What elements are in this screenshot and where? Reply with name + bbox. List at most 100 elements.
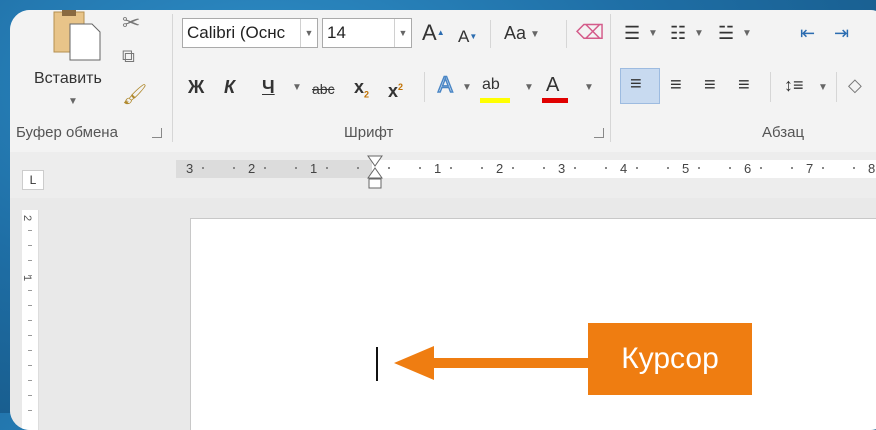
font-tools-divider [424,72,425,102]
ruler-number: 4 [620,161,628,176]
align-center-icon[interactable]: ≡ [670,74,682,96]
ruler-tick [295,167,297,169]
multilevel-list-icon[interactable]: ☱ [718,22,734,44]
bullets-icon[interactable]: ☰ [624,22,640,44]
justify-icon[interactable]: ≡ [738,74,750,96]
superscript-glyph: x [388,81,399,101]
ruler-tick [512,167,514,169]
align-left-button[interactable]: ≡ [620,68,660,104]
font-color-bar [542,98,568,103]
shading-icon[interactable]: ◇ [848,74,862,96]
ruler-tick [543,167,545,169]
vruler-tick [28,290,32,291]
highlight-dropdown-icon[interactable]: ▼ [524,82,534,93]
vruler-tick [28,335,32,336]
ruler-number: 6 [744,161,752,176]
line-spacing-icon[interactable]: ↕≡ [784,74,804,96]
grow-font-glyph: A [422,20,437,45]
clipboard-icon [53,10,101,61]
increase-indent-icon[interactable]: ⇥ [834,22,849,44]
paragraph-tools-divider [836,72,837,102]
ruler-tick [698,167,700,169]
numbering-dropdown-icon[interactable]: ▼ [694,28,704,39]
font-tools-divider [566,20,567,48]
ruler-tick [450,167,452,169]
ruler-tick [481,167,483,169]
ruler-number: 3 [186,161,194,176]
ruler-tick [264,167,266,169]
font-size-combo[interactable]: 14 ▼ [322,18,412,48]
multilevel-dropdown-icon[interactable]: ▼ [742,28,752,39]
tab-selector-button[interactable]: L [22,170,44,190]
ruler-tick [636,167,638,169]
document-page[interactable] [190,218,876,430]
superscript-mark: 2 [398,82,404,92]
font-color-dropdown-icon[interactable]: ▼ [584,82,594,93]
decrease-indent-icon[interactable]: ⇤ [800,22,815,44]
ruler-number: 3 [558,161,566,176]
text-effects-button[interactable]: A [437,73,453,97]
vruler-tick [28,260,32,261]
indent-marker-icon[interactable] [366,154,384,190]
paste-dropdown-icon[interactable]: ▼ [68,96,78,107]
ruler-area: 3 2 1 1 2 3 4 5 6 7 8 [10,152,876,198]
ruler-number: 8 [868,161,876,176]
vruler-tick [28,320,32,321]
strikethrough-button[interactable]: abc [312,78,335,100]
bold-button[interactable]: Ж [188,76,204,98]
text-effects-dropdown-icon[interactable]: ▼ [462,82,472,93]
chevron-down-icon[interactable]: ▼ [300,19,317,47]
vruler-tick [28,275,32,276]
font-color-button[interactable]: A [546,74,559,96]
line-spacing-dropdown-icon[interactable]: ▼ [818,82,828,93]
clipboard-group-label: Буфер обмена [16,124,118,141]
ruler-tick [388,167,390,169]
clipboard-dialog-launcher[interactable] [152,128,162,138]
change-case-button[interactable]: Aa ▼ [504,22,540,48]
underline-button[interactable]: Ч [262,76,275,98]
font-dialog-launcher[interactable] [594,128,604,138]
ruler-tick [605,167,607,169]
shrink-arrow-icon: ▼ [469,32,478,41]
ruler-tick [574,167,576,169]
numbering-icon[interactable]: ☷ [670,22,686,44]
align-right-icon[interactable]: ≡ [704,74,716,96]
ruler-tick [357,167,359,169]
cursor-callout: Курсор [588,323,752,395]
clear-formatting-icon[interactable]: ⌫ [576,22,604,44]
shrink-font-button[interactable]: A▼ [458,26,477,48]
paste-button[interactable]: Вставить ▼ [24,10,102,114]
font-tools-divider [490,20,491,48]
copy-icon[interactable]: ⧉ [122,46,135,67]
arrow-left-icon [394,346,592,380]
highlight-button[interactable]: ab [482,74,500,96]
ruler-number: 5 [682,161,690,176]
font-group-label: Шрифт [344,124,394,141]
ruler-tick [326,167,328,169]
change-case-glyph: Aa [504,23,527,43]
chevron-down-icon: ▼ [530,29,540,40]
superscript-button[interactable]: x2 [388,76,403,102]
italic-button[interactable]: К [224,76,235,98]
ruler-tick [233,167,235,169]
chevron-down-icon[interactable]: ▼ [394,19,411,47]
ruler-tick [202,167,204,169]
vruler-tick [28,245,32,246]
format-painter-icon[interactable]: 🖌 [122,82,147,107]
ruler-number: 1 [310,161,318,176]
subscript-mark: 2 [364,89,370,100]
vertical-ruler[interactable]: 2 1 [21,210,39,430]
subscript-button[interactable]: x2 [354,76,369,106]
ruler-number: 2 [496,161,504,176]
grow-font-button[interactable]: A▲ [422,22,445,44]
bullets-dropdown-icon[interactable]: ▼ [648,28,658,39]
align-left-icon: ≡ [630,73,642,95]
subscript-glyph: x [354,77,365,97]
vruler-tick [28,410,32,411]
group-divider [172,14,173,142]
font-name-combo[interactable]: Calibri (Оснс ▼ [182,18,318,48]
underline-dropdown-icon[interactable]: ▼ [292,82,302,93]
cut-icon[interactable]: ✂ [122,10,140,36]
highlight-color-bar [480,98,510,103]
horizontal-ruler[interactable]: 3 2 1 1 2 3 4 5 6 7 8 [176,160,876,178]
